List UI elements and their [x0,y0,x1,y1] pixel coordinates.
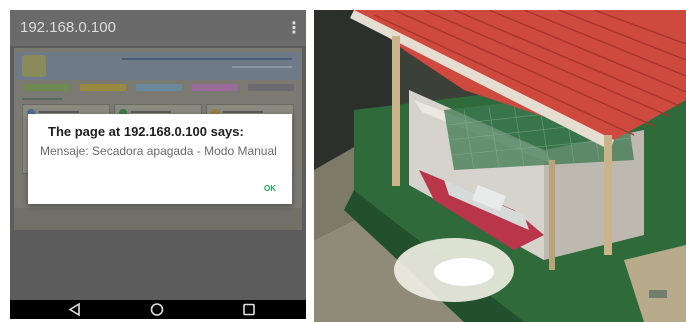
android-nav-bar [10,300,306,319]
browser-address-bar[interactable]: 192.168.0.100 ⋮ [10,10,306,46]
page-tab [80,84,126,91]
page-tab [136,84,182,91]
dialog-title: The page at 192.168.0.100 says: [48,124,244,139]
header-text-line [122,58,292,60]
panel-title-line [39,111,79,113]
ok-button[interactable]: OK [264,184,276,193]
panel-title-line [223,111,263,113]
more-vert-icon[interactable]: ⋮ [286,18,302,38]
dimmed-page-footer [14,208,302,230]
phone-screenshot: 192.168.0.100 ⋮ The page at 192.168.0.10… [10,10,306,319]
home-circle-icon[interactable] [142,300,172,319]
url-text[interactable]: 192.168.0.100 [20,19,116,36]
page-tab [24,84,70,91]
page-nav-tabs [24,84,294,92]
section-heading-line [22,98,62,100]
page-tab [248,84,294,91]
model-dryer-photo [314,10,686,322]
back-triangle-icon[interactable] [60,300,90,319]
page-header-banner [16,52,300,80]
recent-square-icon[interactable] [234,300,264,319]
dialog-message: Mensaje: Secadora apagada - Modo Manual [40,144,277,158]
panel-title-line [131,111,171,113]
page-tab [192,84,238,91]
alert-dialog: The page at 192.168.0.100 says: Mensaje:… [28,114,292,204]
page-logo [22,55,46,77]
header-text-line [232,66,292,68]
